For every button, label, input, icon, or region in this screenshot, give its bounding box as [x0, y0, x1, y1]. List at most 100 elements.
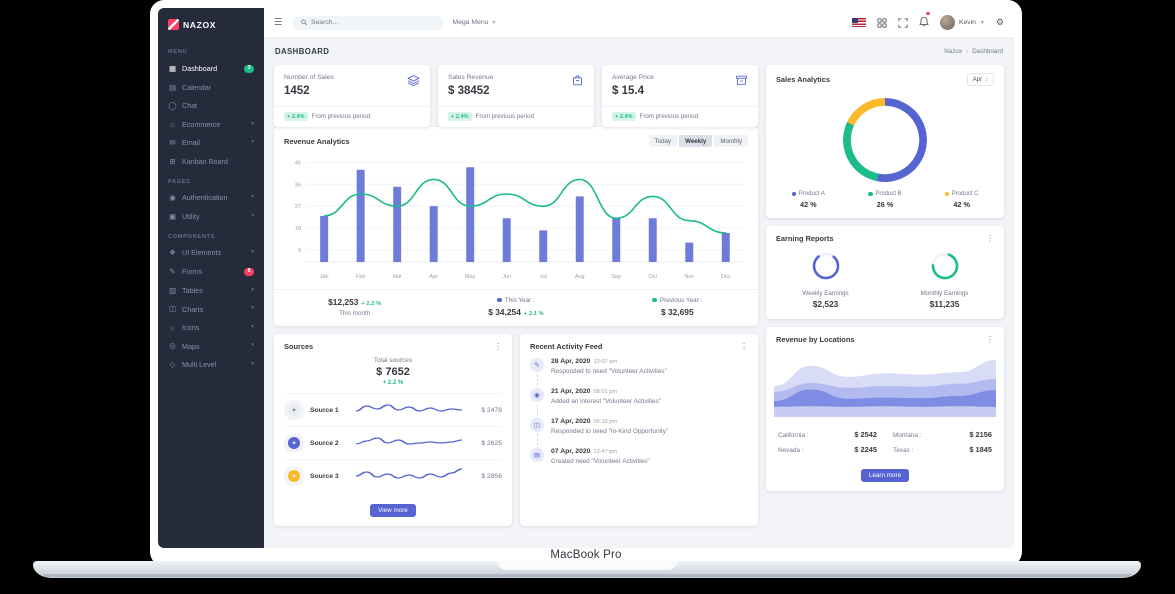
location-value: $ 2156 [969, 430, 992, 439]
user-menu-button[interactable]: Kevin ▼ [940, 15, 985, 30]
briefcase-icon: ▤ [530, 448, 544, 462]
language-flag-icon[interactable] [852, 18, 866, 28]
range-toggle-group: TodayWeeklyMonthly [649, 135, 748, 147]
topbar: ☰ Mega Menu ▼ [264, 8, 1014, 38]
this-year-delta: + 2.1 % [524, 311, 544, 317]
store-icon [735, 74, 748, 87]
mega-menu-button[interactable]: Mega Menu ▼ [453, 19, 497, 26]
stat-title: Sales Revenue [448, 74, 493, 81]
source-avatar: ✦ [284, 400, 304, 420]
kebab-menu-icon[interactable]: ⋮ [986, 235, 994, 243]
search-input[interactable] [311, 19, 435, 26]
sales-analytics-card: Sales Analytics Apr ↕ Product A42 %Produ… [766, 65, 1004, 218]
location-name: Montana : [893, 432, 921, 439]
ecommerce-icon: ⌂ [168, 121, 177, 129]
sidebar-badge: 8 [244, 268, 254, 276]
chevron-down-icon: ▾ [251, 250, 254, 256]
feed-time: 05:10 pm [593, 419, 617, 425]
legend-value: 42 % [770, 200, 847, 209]
sidebar-item-authentication[interactable]: ◉Authentication▾ [158, 189, 264, 208]
brand[interactable]: NAZOX [158, 11, 264, 41]
legend-item-product-c: Product C42 % [923, 191, 1000, 209]
sidebar-item-email[interactable]: ✉Email▾ [158, 134, 264, 153]
kebab-menu-icon[interactable]: ⋮ [494, 343, 502, 351]
feed-text: Created need "Volunteer Activities" [551, 458, 748, 465]
learn-more-button[interactable]: Learn more [861, 469, 909, 482]
stat-value: $ 38452 [448, 85, 493, 97]
breadcrumb-current: Dashboard [972, 48, 1003, 55]
radial-progress-chart [930, 251, 960, 281]
location-value: $ 2542 [854, 430, 877, 439]
stat-delta-badge: + 2.4% [284, 112, 308, 121]
notifications-button[interactable] [919, 14, 929, 32]
range-button-today[interactable]: Today [649, 135, 678, 147]
sidebar-item-dashboard[interactable]: ▦Dashboard3 [158, 59, 264, 78]
sidebar-item-maps[interactable]: ◎Maps▾ [158, 337, 264, 356]
menu-toggle-icon[interactable]: ☰ [274, 17, 283, 28]
notification-dot [926, 12, 930, 16]
feed-date: 07 Apr, 202012:47 pm [551, 448, 748, 455]
stat-note: From previous period [476, 113, 534, 120]
breadcrumb-root[interactable]: Nazox [944, 48, 962, 55]
macbook-screen: NAZOX MENU▦Dashboard3▤Calendar◯Chat⌂Ecom… [150, 0, 1022, 566]
location-name: Nevada : [778, 447, 804, 454]
earning-reports-card: Earning Reports ⋮ Weekly Earnings$2,523M… [766, 226, 1004, 319]
total-sources-value: $ 7652 [274, 366, 512, 378]
range-button-weekly[interactable]: Weekly [679, 135, 712, 147]
svg-text:Dec: Dec [721, 274, 731, 280]
fullscreen-icon[interactable] [898, 18, 908, 28]
sidebar-item-label: Chat [182, 102, 197, 109]
stat-delta-badge: + 2.4% [448, 112, 472, 121]
sidebar-item-tables[interactable]: ▥Tables▾ [158, 281, 264, 300]
location-value: $ 1845 [969, 445, 992, 454]
view-more-button[interactable]: View more [370, 504, 416, 517]
settings-gear-icon[interactable]: ⚙ [996, 18, 1004, 27]
legend-name: Product B [875, 191, 901, 197]
ui-elements-icon: ❖ [168, 249, 177, 257]
sidebar-item-utility[interactable]: ▣Utility▾ [158, 207, 264, 226]
search-box[interactable] [292, 16, 444, 30]
donut-legend: Product A42 %Product B26 %Product C42 % [766, 191, 1004, 218]
chevron-down-icon: ▾ [251, 325, 254, 331]
sidebar-item-multi-level[interactable]: ◇Multi Level▾ [158, 355, 264, 374]
sidebar-item-forms[interactable]: ✎Forms8 [158, 262, 264, 281]
email-icon: ✉ [168, 139, 177, 147]
stat-note: From previous period [640, 113, 698, 120]
range-button-monthly[interactable]: Monthly [714, 135, 748, 147]
source-sparkline-chart [356, 400, 462, 416]
earning-label: Monthly Earnings [885, 290, 1004, 297]
feed-item: ✎28 Apr, 202012:07 amResponded to need "… [530, 358, 748, 388]
sidebar-item-ui-elements[interactable]: ❖UI Elements▾ [158, 244, 264, 263]
sidebar-item-label: Charts [182, 306, 203, 313]
chat-icon: ◯ [168, 102, 177, 110]
this-year-value: $ 34,254 [488, 307, 521, 317]
device-label: MacBook Pro [150, 549, 1022, 561]
month-select[interactable]: Apr ↕ [967, 73, 994, 86]
svg-text:Mar: Mar [392, 274, 402, 280]
card-title: Sales Analytics [776, 75, 830, 84]
revenue-analytics-card: Revenue Analytics TodayWeeklyMonthly 918… [274, 127, 758, 326]
card-title: Earning Reports [776, 234, 834, 243]
kebab-menu-icon[interactable]: ⋮ [740, 343, 748, 351]
source-value: $ 2478 [468, 407, 502, 414]
sidebar-item-label: Ecommerce [182, 121, 220, 128]
earning-monthly-earnings: Monthly Earnings$11,235 [885, 251, 1004, 309]
page-title: DASHBOARD [275, 47, 329, 56]
sidebar-item-kanban-board[interactable]: ⊞Kanban Board [158, 152, 264, 171]
user-name: Kevin [959, 19, 976, 26]
sidebar-item-calendar[interactable]: ▤Calendar [158, 78, 264, 97]
kebab-menu-icon[interactable]: ⋮ [986, 336, 994, 344]
legend-dot [945, 192, 950, 197]
svg-text:27: 27 [295, 204, 301, 210]
brand-name: NAZOX [183, 20, 216, 30]
sidebar-item-chat[interactable]: ◯ Chat [158, 97, 264, 116]
svg-text:Sep: Sep [611, 274, 621, 280]
multi-level-icon: ◇ [168, 361, 177, 369]
apps-grid-icon[interactable] [877, 18, 887, 28]
sidebar-item-ecommerce[interactable]: ⌂Ecommerce▾ [158, 115, 264, 134]
stat-card-average-price: Average Price $ 15.4 [602, 65, 758, 127]
sidebar-item-charts[interactable]: ◫Charts▾ [158, 300, 264, 319]
sidebar-item-icons[interactable]: ☼Icons▾ [158, 318, 264, 337]
bell-icon [919, 16, 929, 27]
feed-text: Responded to need "Volunteer Activities" [551, 368, 748, 375]
